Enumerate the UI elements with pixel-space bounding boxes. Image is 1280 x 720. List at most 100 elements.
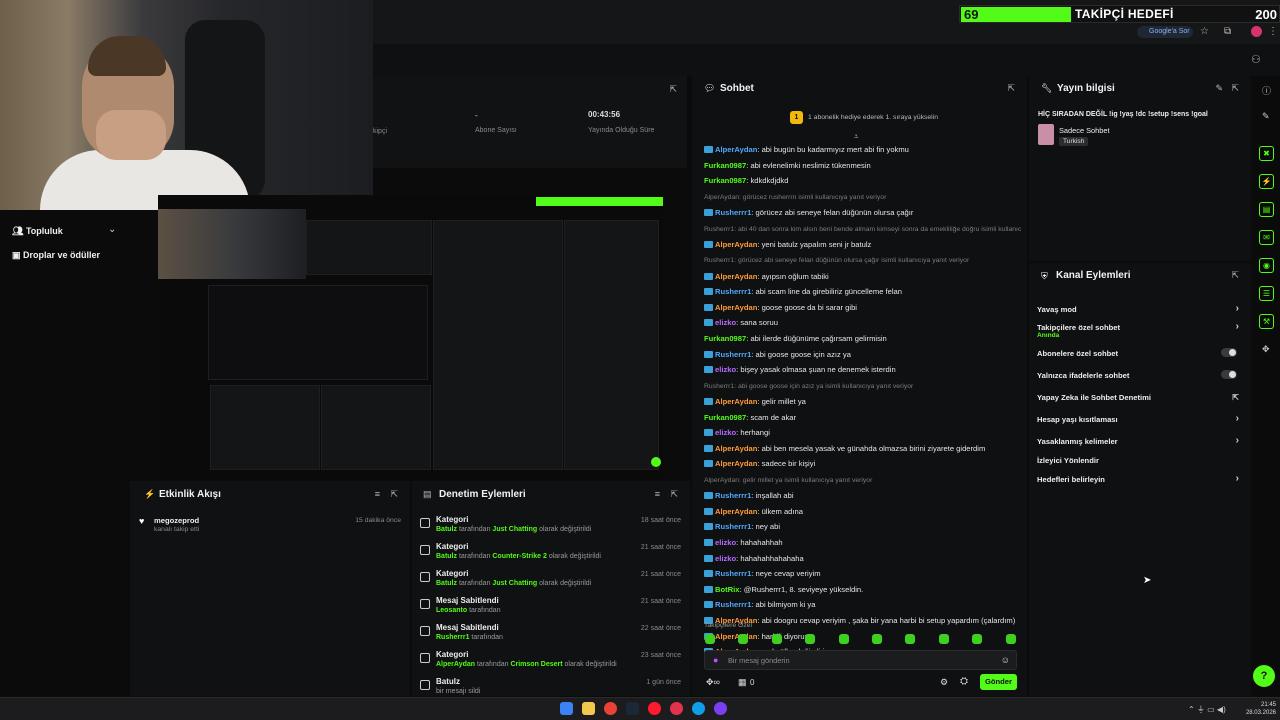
chat-username[interactable]: Rusherrr1 <box>715 600 751 609</box>
mod-user[interactable]: Leosanto <box>436 607 467 614</box>
popout-icon[interactable]: ⇱ <box>670 489 678 500</box>
extensions-icon[interactable]: ⧉ <box>1224 26 1231 37</box>
mod-user[interactable]: Rusherrr1 <box>436 634 469 641</box>
emote-icon[interactable] <box>905 634 916 644</box>
chevron-down-icon[interactable]: ⌄ <box>108 224 116 235</box>
mod-user[interactable]: AlperAydan <box>436 661 475 668</box>
start-icon[interactable] <box>560 702 573 715</box>
chat-username[interactable]: elizko <box>715 428 736 437</box>
chat-username[interactable]: Furkan0987 <box>704 161 746 170</box>
filter-icon[interactable]: ≡ <box>655 489 660 499</box>
chat-username[interactable]: AlperAydan <box>715 459 757 468</box>
stream-preview[interactable] <box>158 195 663 480</box>
chat-username[interactable]: AlperAydan <box>715 272 757 281</box>
nav-drops[interactable]: ▣ Droplar ve ödüller <box>12 250 100 261</box>
chat-input[interactable]: ● Bir mesaj gönderin ☺ <box>704 650 1017 670</box>
channel-action-item[interactable]: Yapay Zeka ile Sohbet Denetimi ⇱ <box>1037 393 1243 402</box>
mod-user[interactable]: Batulz <box>436 553 457 560</box>
chat-username[interactable]: elizko <box>715 538 736 547</box>
chat-username[interactable]: AlperAydan <box>715 240 757 249</box>
channel-action-item[interactable]: İzleyici Yönlendir <box>1037 456 1243 465</box>
menu-icon[interactable]: ⋮ <box>1268 26 1278 37</box>
profile-avatar[interactable] <box>1251 26 1262 37</box>
edit-icon[interactable]: ✎ <box>1215 83 1223 94</box>
channel-action-item[interactable]: Hesap yaşı kısıtlaması › <box>1037 413 1243 424</box>
chat-username[interactable]: Furkan0987 <box>704 413 746 422</box>
category-name[interactable]: Sadece Sohbet <box>1059 126 1110 135</box>
info-icon[interactable]: ⓘ <box>1262 84 1271 97</box>
channel-action-item[interactable]: Abonelere özel sohbet <box>1037 348 1243 358</box>
chat-username[interactable]: Furkan0987 <box>704 176 746 185</box>
list-tool-icon[interactable]: ☰ <box>1259 286 1274 301</box>
nav-community[interactable]: 👥︎ Topluluk <box>12 226 63 237</box>
apps-icon[interactable]: ✥ <box>1262 344 1270 355</box>
user-icon[interactable]: ⚇ <box>1251 53 1261 66</box>
toggle-switch[interactable] <box>1221 370 1237 379</box>
emote-icon[interactable] <box>938 634 949 644</box>
tray-icons[interactable]: ⌃ ⏚ ▭ ◀) <box>1188 704 1226 715</box>
activity-user[interactable]: megozeprod <box>154 516 199 525</box>
chat-username[interactable]: AlperAydan <box>715 397 757 406</box>
pencil-icon[interactable]: ✎ <box>1262 111 1270 122</box>
chrome-icon[interactable] <box>604 702 617 715</box>
chat-username[interactable]: elizko <box>715 554 736 563</box>
emote-icon[interactable] <box>805 634 816 644</box>
popout-icon[interactable]: ⇱ <box>390 489 398 500</box>
channel-action-item[interactable]: Takipçilere özel sohbet Anında › <box>1037 321 1243 339</box>
popout-icon[interactable]: ⇱ <box>1231 83 1239 94</box>
emote-icon[interactable] <box>771 634 782 644</box>
file-explorer-icon[interactable] <box>582 702 595 715</box>
app-icon[interactable] <box>670 702 683 715</box>
mod-user[interactable]: Batulz <box>436 580 457 587</box>
flash-tool-icon[interactable]: ⚡ <box>1259 174 1274 189</box>
chat-username[interactable]: AlperAydan <box>715 632 757 641</box>
emote-icon[interactable] <box>972 634 983 644</box>
channel-action-item[interactable]: Yalnızca ifadelerle sohbet <box>1037 370 1243 380</box>
chat-username[interactable]: Rusherrr1 <box>715 569 751 578</box>
chat-username[interactable]: Furkan0987 <box>704 334 746 343</box>
emote-icon[interactable] <box>1005 634 1016 644</box>
broadcast-tool-icon[interactable]: ◉ <box>1259 258 1274 273</box>
chat-username[interactable]: AlperAydan <box>715 145 757 154</box>
chat-username[interactable]: AlperAydan <box>715 303 757 312</box>
wrench-tool-icon[interactable]: ⚒ <box>1259 314 1274 329</box>
chat-username[interactable]: elizko <box>715 318 736 327</box>
filter-icon[interactable]: ≡ <box>375 489 380 499</box>
popout-icon[interactable]: ⇱ <box>1007 83 1015 94</box>
chat-username[interactable]: Rusherrr1 <box>715 287 751 296</box>
edge-icon[interactable] <box>692 702 705 715</box>
chat-username[interactable]: Rusherrr1 <box>715 350 751 359</box>
emote-icon[interactable] <box>872 634 882 644</box>
obs-icon[interactable] <box>714 702 727 715</box>
mod-bot-icon[interactable]: ⛭ <box>960 676 968 687</box>
chat-username[interactable]: Rusherrr1 <box>715 208 751 217</box>
emoji-icon[interactable]: ☺ <box>1001 655 1010 665</box>
chat-username[interactable]: AlperAydan <box>715 444 757 453</box>
help-chat-button[interactable]: ? <box>1253 665 1275 687</box>
channel-action-item[interactable]: Hedefleri belirleyin › <box>1037 473 1243 484</box>
emote-icon[interactable] <box>705 634 715 644</box>
pinned-banner[interactable]: 1 abonelik hediye ederek 1. sıraya yükse… <box>808 114 938 121</box>
google-search-button[interactable]: Google'a Sor <box>1137 26 1193 38</box>
mic-icon[interactable]: ● <box>713 655 718 665</box>
chat-tool-icon[interactable]: ✉ <box>1259 230 1274 245</box>
mod-user[interactable]: Batulz <box>436 526 457 533</box>
popout-icon[interactable]: ⇱ <box>669 84 677 95</box>
star-icon[interactable]: ☆ <box>1200 26 1209 37</box>
chat-username[interactable]: Rusherrr1 <box>715 522 751 531</box>
steam-icon[interactable] <box>626 702 639 715</box>
document-tool-icon[interactable]: ▤ <box>1259 202 1274 217</box>
send-button[interactable]: Gönder <box>980 674 1017 690</box>
infinity-icon[interactable]: ✥∞ <box>706 677 720 688</box>
popout-icon[interactable]: ⇱ <box>1231 270 1239 281</box>
collapse-icon[interactable]: ⩡ <box>854 132 859 142</box>
bot-tool-icon[interactable]: ✖ <box>1259 146 1274 161</box>
emote-icon[interactable] <box>738 634 749 644</box>
chat-username[interactable]: elizko <box>715 365 736 374</box>
settings-icon[interactable]: ⚙ <box>940 677 948 688</box>
channel-action-item[interactable]: Yasaklanmış kelimeler › <box>1037 435 1243 446</box>
chat-username[interactable]: Rusherrr1 <box>715 491 751 500</box>
chat-username[interactable]: AlperAydan <box>715 507 757 516</box>
opera-icon[interactable] <box>648 702 661 715</box>
channel-action-item[interactable]: Yavaş mod › <box>1037 303 1243 314</box>
